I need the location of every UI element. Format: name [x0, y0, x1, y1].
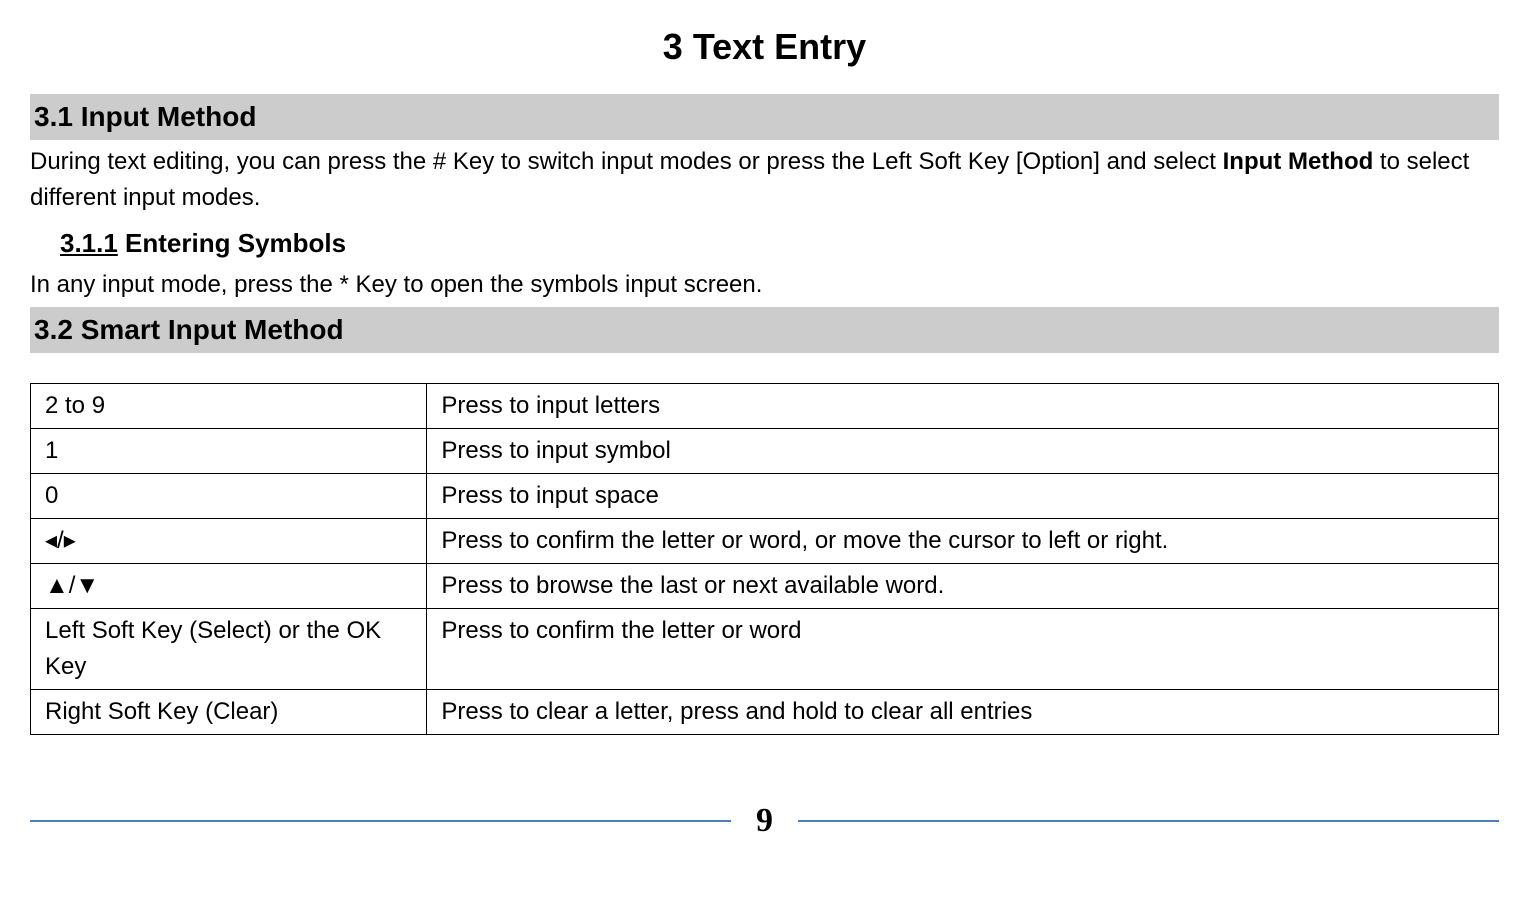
table-cell-key: 0 [31, 474, 427, 519]
table-cell-key: Right Soft Key (Clear) [31, 690, 427, 735]
page-number: 9 [756, 795, 773, 846]
chapter-title: 3 Text Entry [30, 20, 1499, 74]
table-cell-key: Left Soft Key (Select) or the OK Key [31, 609, 427, 690]
table-row: Right Soft Key (Clear) Press to clear a … [31, 690, 1499, 735]
smart-input-table: 2 to 9 Press to input letters 1 Press to… [30, 383, 1499, 735]
text-before-bold: During text editing, you can press the #… [30, 148, 1223, 175]
section-3-1-1-heading: 3.1.1 Entering Symbols [60, 224, 1499, 263]
section-3-1-heading: 3.1 Input Method [30, 94, 1499, 140]
section-3-1-text: During text editing, you can press the #… [30, 144, 1499, 216]
subsection-number: 3.1.1 [60, 228, 118, 258]
table-cell-key: ▲/▼ [31, 564, 427, 609]
table-cell-desc: Press to confirm the letter or word [427, 609, 1499, 690]
table-row: 0 Press to input space [31, 474, 1499, 519]
page-footer: 9 [30, 795, 1499, 846]
table-cell-desc: Press to input letters [427, 384, 1499, 429]
table-cell-desc: Press to browse the last or next availab… [427, 564, 1499, 609]
table-row: ◂/▸ Press to confirm the letter or word,… [31, 519, 1499, 564]
table-row: Left Soft Key (Select) or the OK Key Pre… [31, 609, 1499, 690]
text-bold: Input Method [1223, 148, 1374, 175]
table-cell-key: ◂/▸ [31, 519, 427, 564]
subsection-title: Entering Symbols [118, 228, 346, 258]
table-row: ▲/▼ Press to browse the last or next ava… [31, 564, 1499, 609]
table-cell-key: 1 [31, 429, 427, 474]
footer-line-left [30, 820, 731, 822]
section-3-1-1-text: In any input mode, press the * Key to op… [30, 267, 1499, 303]
table-cell-desc: Press to input space [427, 474, 1499, 519]
table-row: 1 Press to input symbol [31, 429, 1499, 474]
table-cell-desc: Press to confirm the letter or word, or … [427, 519, 1499, 564]
table-row: 2 to 9 Press to input letters [31, 384, 1499, 429]
table-cell-desc: Press to input symbol [427, 429, 1499, 474]
table-cell-key: 2 to 9 [31, 384, 427, 429]
footer-line-right [798, 820, 1499, 822]
section-3-2-heading: 3.2 Smart Input Method [30, 307, 1499, 353]
table-cell-desc: Press to clear a letter, press and hold … [427, 690, 1499, 735]
